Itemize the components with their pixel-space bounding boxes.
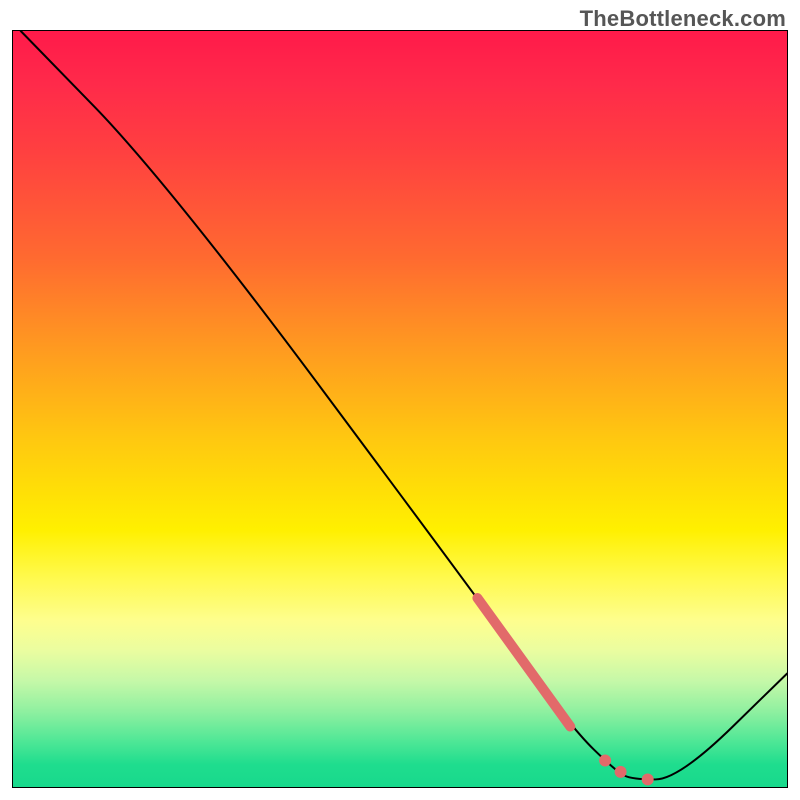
bottleneck-curve	[21, 31, 787, 779]
watermark-text: TheBottleneck.com	[580, 6, 786, 32]
plot-area	[12, 30, 788, 788]
highlight-dots	[599, 755, 654, 786]
highlight-dot	[615, 766, 627, 778]
highlight-dot	[599, 755, 611, 767]
highlight-segment	[477, 598, 570, 727]
chart-container: TheBottleneck.com	[0, 0, 800, 800]
chart-overlay	[13, 31, 787, 787]
highlight-dot	[642, 773, 654, 785]
